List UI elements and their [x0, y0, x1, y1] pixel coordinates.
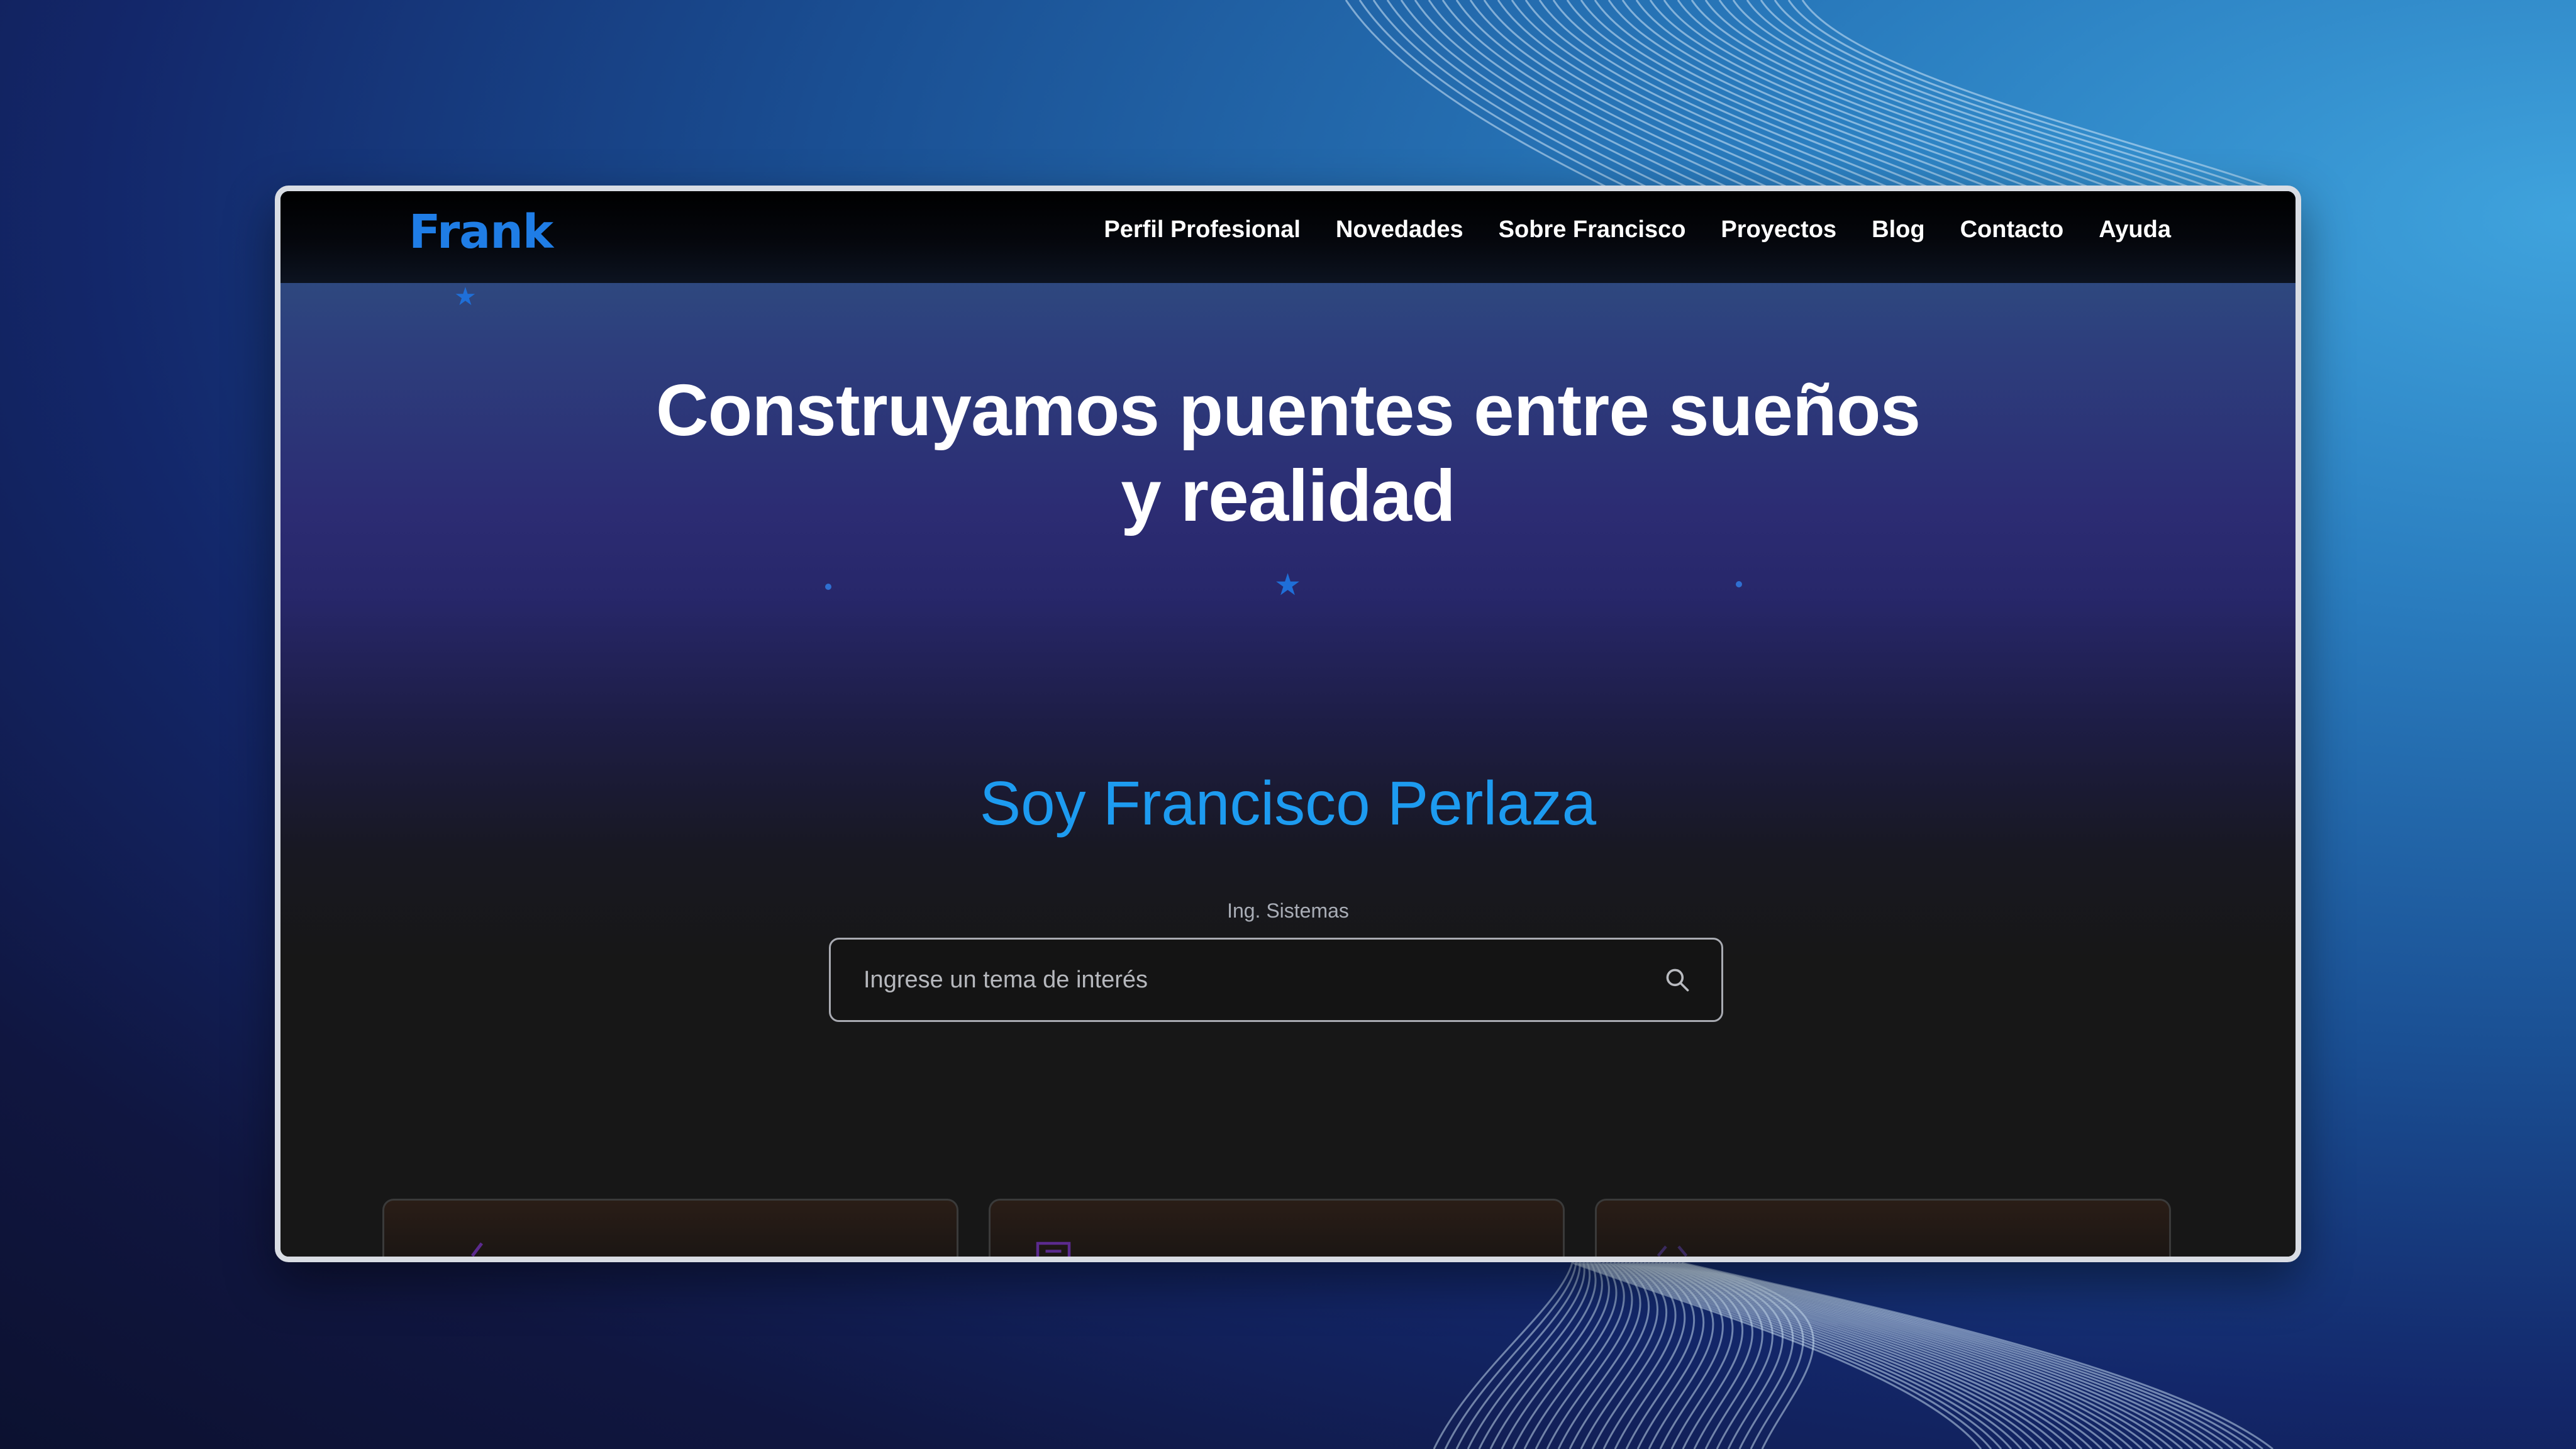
wave-line: [1655, 1262, 2203, 1449]
code-icon: [1657, 1245, 1688, 1257]
decorative-star-icon: ★: [454, 282, 477, 311]
wave-line: [1444, 1261, 1992, 1449]
nav-item-contacto[interactable]: Contacto: [1943, 216, 2082, 243]
wave-line: [1732, 0, 2174, 190]
wave-line: [1704, 0, 2134, 190]
wave-line: [1801, 0, 2275, 190]
hero-title-line-1: Construyamos puentes entre sueños: [655, 369, 1921, 451]
wave-line: [1635, 0, 2033, 190]
wave-line: [1501, 1261, 2043, 1449]
wave-line: [1636, 1262, 2163, 1449]
wave-line: [1670, 1262, 2243, 1449]
brand-logo[interactable]: Frank: [409, 205, 553, 259]
wave-line: [1345, 0, 1611, 190]
wave-line: [1428, 0, 1731, 190]
wave-line: [1674, 1262, 2253, 1449]
wave-line: [1386, 0, 1671, 190]
wave-line: [1774, 0, 2235, 190]
wave-line: [1523, 1262, 2063, 1449]
search-icon[interactable]: [1663, 966, 1691, 994]
project-card[interactable]: [1595, 1199, 2171, 1257]
wave-line: [1358, 0, 1631, 190]
wave-line: [1467, 1261, 2012, 1449]
nav-menu: Perfil Profesional Novedades Sobre Franc…: [1086, 216, 2171, 243]
wave-line: [1681, 1262, 2273, 1449]
project-card[interactable]: [382, 1199, 958, 1257]
wave-line: [1497, 0, 1832, 190]
wave-line: [1538, 0, 1892, 190]
wave-line: [1614, 1262, 2143, 1449]
browser-frame: Frank Perfil Profesional Novedades Sobre…: [275, 186, 2301, 1262]
wave-line: [1746, 0, 2194, 190]
wave-line: [1400, 0, 1691, 190]
wave-line: [1580, 0, 1953, 190]
decorative-star-icon: ★: [1274, 567, 1302, 602]
search-box: [829, 938, 1723, 1022]
wave-line: [1594, 0, 1973, 190]
wave-line: [1663, 0, 2074, 190]
wave-line: [1414, 0, 1711, 190]
arrow-icon: [471, 1242, 483, 1257]
wave-line: [1568, 1262, 2103, 1449]
wave-line: [1625, 1262, 2153, 1449]
nav-item-novedades[interactable]: Novedades: [1318, 216, 1481, 243]
wave-line: [1441, 0, 1752, 190]
wave-line: [1677, 1262, 2263, 1449]
nav-item-sobre-francisco[interactable]: Sobre Francisco: [1481, 216, 1704, 243]
wave-line: [1666, 1262, 2233, 1449]
wave-line: [1535, 1262, 2073, 1449]
nav-item-ayuda[interactable]: Ayuda: [2081, 216, 2171, 243]
wave-line: [1643, 1262, 2174, 1449]
wave-line: [1469, 0, 1792, 190]
decorative-dot: [825, 584, 831, 590]
project-card[interactable]: [989, 1199, 1565, 1257]
hero-role: Ing. Sistemas: [1227, 899, 1349, 922]
wave-line: [1658, 1262, 2213, 1449]
wave-line: [1591, 1262, 2123, 1449]
wave-line: [1433, 1262, 1982, 1449]
wave-line: [1546, 1262, 2083, 1449]
wave-line: [1580, 1262, 2113, 1449]
wave-line: [1760, 0, 2214, 190]
wave-line: [1455, 1261, 2002, 1449]
wave-line: [1552, 0, 1913, 190]
wave-line: [1566, 0, 1933, 190]
hero-title-line-2: y realidad: [1121, 455, 1456, 536]
wave-line: [1690, 0, 2114, 190]
wave-line: [1607, 0, 1993, 190]
wave-line: [1602, 1262, 2133, 1449]
wave-line: [1489, 1261, 2033, 1449]
wave-line: [1621, 0, 2013, 190]
wave-line: [1524, 0, 1872, 190]
wave-line: [1677, 0, 2094, 190]
hero-title: Construyamos puentes entre sueños y real…: [280, 367, 2296, 538]
wave-line: [1478, 1261, 2023, 1449]
decorative-dot: [1736, 581, 1742, 587]
nav-item-blog[interactable]: Blog: [1854, 216, 1942, 243]
search-input[interactable]: [831, 940, 1663, 1020]
wave-line: [1649, 0, 2053, 190]
wave-line: [1718, 0, 2154, 190]
top-navigation-bar: Frank Perfil Profesional Novedades Sobre…: [280, 191, 2296, 283]
wave-line: [1455, 0, 1772, 190]
hero-name: Soy Francisco Perlaza: [979, 769, 1597, 838]
wave-line: [1557, 1262, 2093, 1449]
nav-item-perfil-profesional[interactable]: Perfil Profesional: [1086, 216, 1318, 243]
nav-item-proyectos[interactable]: Proyectos: [1703, 216, 1854, 243]
wave-line: [1512, 1260, 2053, 1449]
wave-line: [1372, 0, 1651, 190]
wave-line: [1647, 1262, 2183, 1449]
wave-line: [1651, 1262, 2193, 1449]
website-page: Frank Perfil Profesional Novedades Sobre…: [280, 191, 2296, 1257]
wave-line: [1662, 1262, 2223, 1449]
wave-line: [1483, 0, 1812, 190]
window-icon: [1036, 1241, 1071, 1257]
wave-line: [1787, 0, 2255, 190]
wave-line: [1511, 0, 1852, 190]
